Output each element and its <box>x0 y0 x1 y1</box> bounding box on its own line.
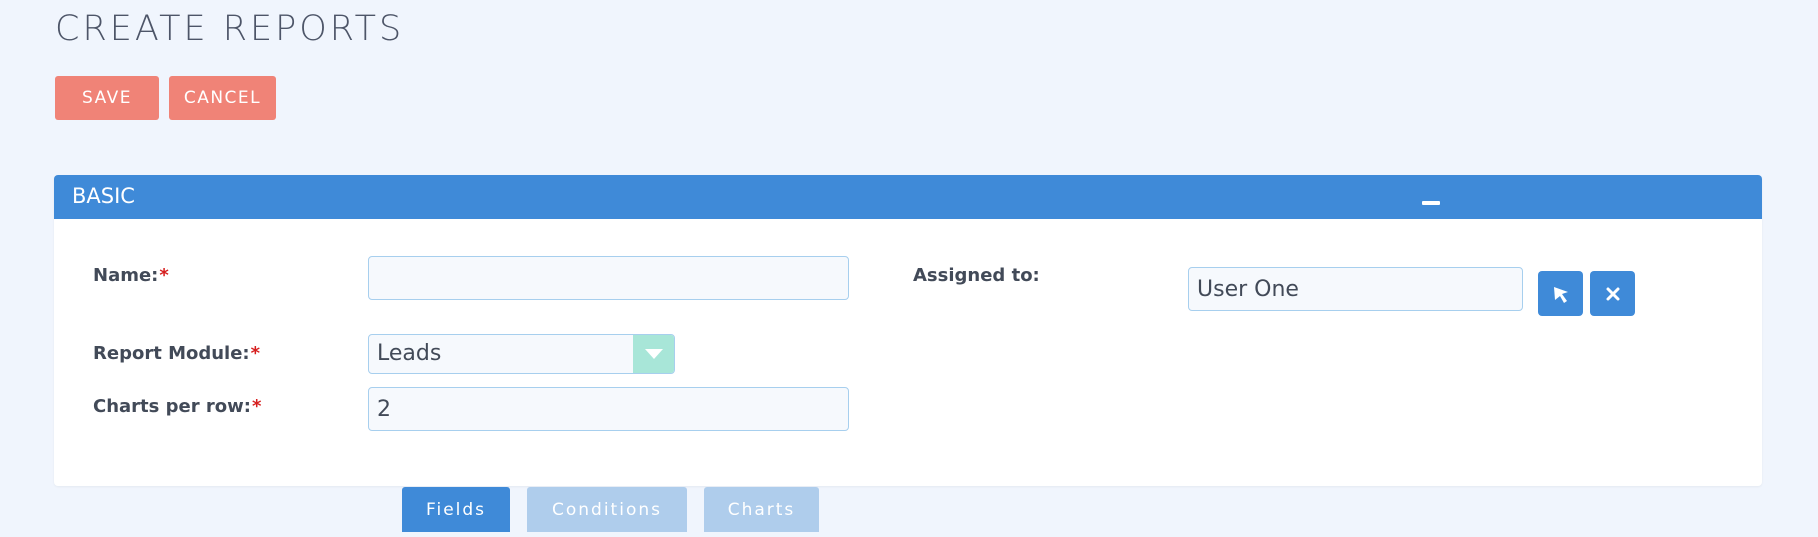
chevron-down-icon[interactable] <box>633 335 674 373</box>
tab-conditions[interactable]: Conditions <box>527 487 687 532</box>
report-module-selected-value: Leads <box>377 341 442 366</box>
required-marker: * <box>159 265 169 286</box>
assigned-to-input[interactable] <box>1188 267 1523 311</box>
select-user-button[interactable] <box>1538 271 1583 316</box>
report-module-select[interactable]: Leads <box>368 334 675 374</box>
report-module-label-text: Report Module: <box>93 343 250 364</box>
minus-icon[interactable] <box>1417 183 1445 211</box>
close-icon <box>1606 287 1619 300</box>
clear-user-button[interactable] <box>1590 271 1635 316</box>
panel-title: BASIC <box>72 184 135 208</box>
charts-per-row-label: Charts per row:* <box>93 396 261 417</box>
cancel-button[interactable]: CANCEL <box>169 76 276 120</box>
required-marker: * <box>250 343 261 364</box>
assigned-to-label: Assigned to: <box>913 265 1040 286</box>
tab-charts[interactable]: Charts <box>704 487 819 532</box>
charts-per-row-label-text: Charts per row: <box>93 396 251 417</box>
name-label-text: Name: <box>93 265 159 286</box>
name-label: Name:* <box>93 265 169 286</box>
basic-panel: BASIC Name:* Report Module:* Leads Chart… <box>54 175 1762 486</box>
required-marker: * <box>251 396 262 417</box>
panel-header[interactable]: BASIC <box>54 175 1762 219</box>
report-module-label: Report Module:* <box>93 343 260 364</box>
charts-per-row-input[interactable] <box>368 387 849 431</box>
save-button[interactable]: SAVE <box>55 76 159 120</box>
name-input[interactable] <box>368 256 849 300</box>
page-title: CREATE REPORTS <box>55 9 405 49</box>
tab-fields[interactable]: Fields <box>402 487 510 532</box>
cursor-arrow-icon <box>1553 286 1568 303</box>
